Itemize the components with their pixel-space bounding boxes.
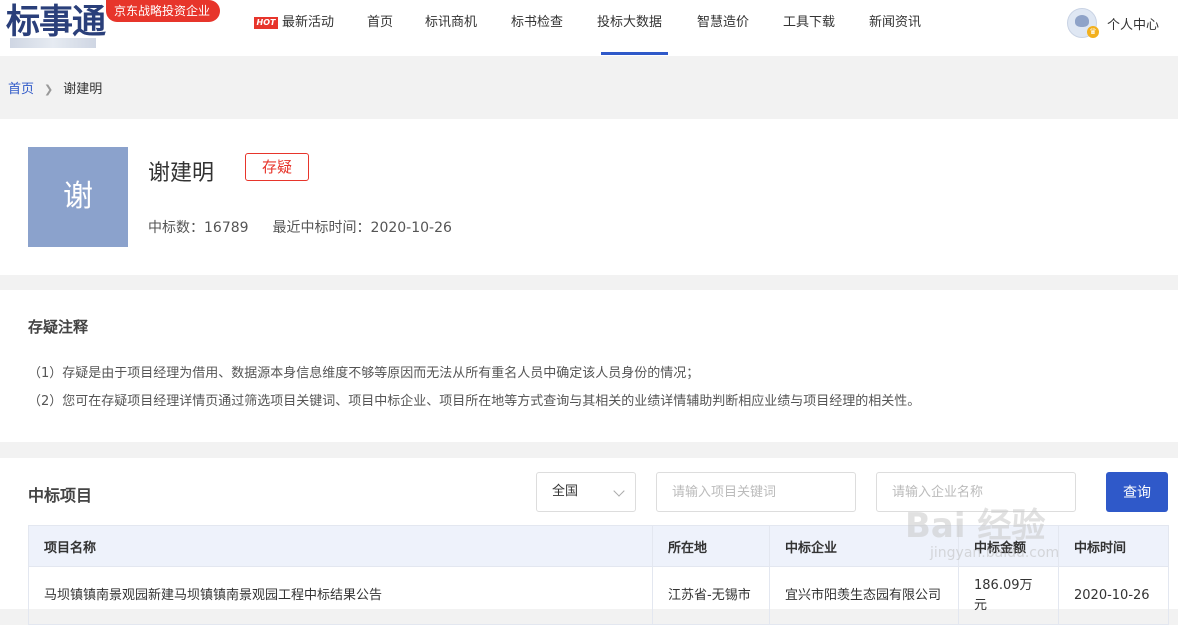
doubt-status-badge: 存疑: [245, 153, 309, 181]
note-line-1: （1）存疑是由于项目经理为借用、数据源本身信息维度不够等原因而无法从所有重名人员…: [28, 366, 700, 381]
cell-winning-company[interactable]: 宜兴市阳羡生态园有限公司: [769, 566, 959, 625]
nav-item-bid-check[interactable]: 标书检查: [511, 0, 563, 56]
person-avatar: 谢: [28, 147, 128, 247]
notes-title: 存疑注释: [28, 318, 89, 336]
note-line-2: （2）您可在存疑项目经理详情页通过筛选项目关键词、项目中标企业、项目所在地等方式…: [28, 394, 921, 409]
cell-location: 江苏省-无锡市: [652, 566, 770, 625]
top-header: 标事通 京东战略投资企业 HOT 最新活动 首页 标讯商机 标书检查 投标大数据 …: [0, 0, 1178, 56]
nav-item-latest-activity[interactable]: HOT 最新活动: [254, 0, 334, 56]
winning-projects-card: 中标项目 全国 查询 项目名称 所在地 中标企业 中标金额 中标时间 马坝镇镇南…: [0, 458, 1178, 625]
projects-title: 中标项目: [28, 486, 93, 505]
cell-amount: 186.09万元: [958, 566, 1059, 625]
doubt-notes-card: 存疑注释 （1）存疑是由于项目经理为借用、数据源本身信息维度不够等原因而无法从所…: [0, 290, 1178, 442]
breadcrumb-current: 谢建明: [63, 82, 103, 97]
nav-item-bid-big-data[interactable]: 投标大数据: [597, 0, 669, 56]
person-name: 谢建明: [148, 161, 215, 186]
region-select[interactable]: 全国: [536, 472, 636, 512]
projects-table: 项目名称 所在地 中标企业 中标金额 中标时间 马坝镇镇南景观园新建马坝镇镇南景…: [28, 525, 1169, 625]
nav-item-tool-download[interactable]: 工具下载: [783, 0, 835, 56]
project-keyword-input[interactable]: [656, 472, 856, 512]
hot-badge: HOT: [254, 17, 278, 29]
chevron-down-icon: [613, 485, 625, 497]
logo[interactable]: 标事通: [6, 0, 106, 48]
vip-crown-icon: ♛: [1087, 26, 1099, 38]
latest-win-time: 最近中标时间：2020-10-26: [272, 220, 452, 236]
cell-win-date: 2020-10-26: [1058, 566, 1169, 625]
chevron-right-icon: ❯: [44, 83, 54, 96]
win-count: 中标数：16789: [148, 220, 249, 236]
nav-item-news[interactable]: 新闻资讯: [869, 0, 921, 56]
region-select-value: 全国: [552, 484, 579, 499]
logo-text: 标事通: [6, 2, 106, 42]
company-name-input[interactable]: [876, 472, 1076, 512]
query-button[interactable]: 查询: [1106, 472, 1168, 512]
nav-item-bid-news[interactable]: 标讯商机: [425, 0, 477, 56]
person-stats: 中标数：16789 最近中标时间：2020-10-26: [148, 217, 452, 237]
column-header-location: 所在地: [652, 525, 770, 567]
nav-item-smart-cost[interactable]: 智慧造价: [697, 0, 749, 56]
column-header-win-date: 中标时间: [1058, 525, 1169, 567]
nav-item-label: 最新活动: [282, 15, 335, 30]
breadcrumb: 首页 ❯ 谢建明: [8, 78, 102, 97]
nav-item-home[interactable]: 首页: [367, 0, 393, 56]
baidu-watermark-url: jingyan.baidu.com: [930, 545, 1060, 561]
column-header-project-name: 项目名称: [28, 525, 653, 567]
breadcrumb-home[interactable]: 首页: [8, 82, 34, 97]
logo-underline: [10, 38, 96, 48]
cell-project-name[interactable]: 马坝镇镇南景观园新建马坝镇镇南景观园工程中标结果公告: [28, 566, 653, 625]
table-row[interactable]: 马坝镇镇南景观园新建马坝镇镇南景观园工程中标结果公告 江苏省-无锡市 宜兴市阳羡…: [28, 566, 1169, 625]
user-center-label[interactable]: 个人中心: [1107, 14, 1159, 33]
profile-card: 谢 谢建明 存疑 中标数：16789 最近中标时间：2020-10-26: [0, 119, 1178, 275]
promo-badge: 京东战略投资企业: [106, 0, 221, 22]
